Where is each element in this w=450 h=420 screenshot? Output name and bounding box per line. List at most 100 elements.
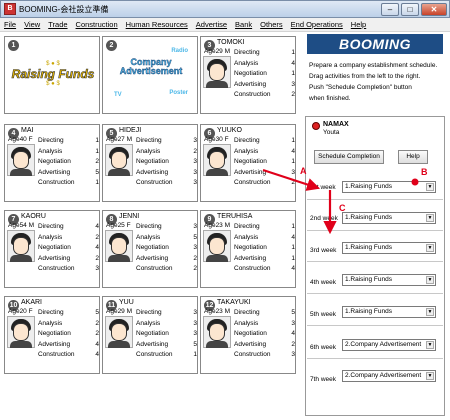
menu-help[interactable]: Help bbox=[347, 20, 370, 29]
employee-card[interactable]: 4 MAI Age40 F Directing 1 Analysis 1 Negot… bbox=[4, 124, 100, 202]
skill-value: 3 bbox=[95, 265, 99, 272]
employee-card[interactable]: 7 KAORU Age54 M Directing 4 Analysis 2 Neg… bbox=[4, 210, 100, 288]
skill-value: 3 bbox=[193, 309, 197, 316]
instruction-line: Prepare a company establishment schedule… bbox=[309, 62, 438, 69]
skill-label: Directing bbox=[234, 137, 260, 144]
skill-label: Negotiation bbox=[136, 244, 169, 251]
skill-label: Directing bbox=[38, 223, 64, 230]
divider bbox=[307, 358, 443, 359]
employee-portrait bbox=[7, 316, 35, 348]
skill-value: 4 bbox=[291, 59, 295, 67]
employee-card[interactable]: 3 TOMOKI Age29 M Directing 1 Analysis 4 Ne… bbox=[200, 36, 296, 114]
skill-label: Negotiation bbox=[136, 330, 169, 337]
employee-name: TOMOKI bbox=[217, 39, 245, 46]
employee-portrait bbox=[105, 144, 133, 176]
skill-value: 1 bbox=[291, 244, 295, 251]
menu-bank[interactable]: Bank bbox=[231, 20, 256, 29]
player-subname: Youta bbox=[323, 129, 340, 136]
week-7-select[interactable]: 2.Company Advertisement ▼ bbox=[342, 370, 436, 382]
skill-label: Construction bbox=[38, 179, 75, 186]
skill-label: Negotiation bbox=[38, 330, 71, 337]
week-4-select[interactable]: 1.Raising Funds ▼ bbox=[342, 274, 436, 286]
advertisement-art: Radio Company Advertisement TV Poster bbox=[106, 40, 196, 108]
skill-label: Advertising bbox=[234, 254, 267, 262]
skill-label: Construction bbox=[234, 351, 271, 358]
menu-bar: File View Trade Construction Human Resou… bbox=[0, 18, 450, 32]
skill-value: 3 bbox=[193, 319, 197, 327]
activity-company-advertisement[interactable]: 2 Radio Company Advertisement TV Poster bbox=[102, 36, 198, 114]
radio-label: Radio bbox=[171, 48, 188, 54]
employee-card[interactable]: 6 YUUKO Age30 F Directing 1 Analysis 4 Neg… bbox=[200, 124, 296, 202]
week-2-select[interactable]: 1.Raising Funds ▼ bbox=[342, 212, 436, 224]
week-5-select[interactable]: 1.Raising Funds ▼ bbox=[342, 306, 436, 318]
week-3-select[interactable]: 1.Raising Funds ▼ bbox=[342, 242, 436, 254]
schedule-completion-button[interactable]: Schedule Completion bbox=[314, 150, 384, 164]
week-5-value: 1.Raising Funds bbox=[345, 308, 392, 315]
player-name: NAMAX bbox=[323, 121, 349, 128]
employee-name: AKARI bbox=[21, 299, 43, 306]
skill-label: Advertising bbox=[234, 168, 267, 176]
skill-label: Negotiation bbox=[136, 158, 169, 165]
menu-file[interactable]: File bbox=[0, 20, 20, 29]
employee-card[interactable]: 12 TAKAYUKI Age23 M Directing 5 Analysis 3… bbox=[200, 296, 296, 374]
employee-name: YUU bbox=[119, 299, 134, 306]
skill-value: 2 bbox=[193, 265, 197, 272]
skill-value: 2 bbox=[95, 233, 99, 241]
menu-trade[interactable]: Trade bbox=[44, 20, 71, 29]
skill-value: 1 bbox=[291, 137, 295, 144]
tv-label: TV bbox=[114, 92, 122, 98]
employee-portrait bbox=[7, 230, 35, 262]
week-6-select[interactable]: 2.Company Advertisement ▼ bbox=[342, 339, 436, 351]
employee-age: Age20 F bbox=[8, 308, 33, 315]
week-1-select[interactable]: 1.Raising Funds ▼ bbox=[342, 181, 436, 193]
chevron-down-icon[interactable]: ▼ bbox=[426, 341, 434, 349]
week-6-value: 2.Company Advertisement bbox=[345, 341, 422, 348]
minimize-button[interactable]: – bbox=[381, 2, 399, 16]
maximize-button[interactable]: □ bbox=[401, 2, 419, 16]
chevron-down-icon[interactable]: ▼ bbox=[426, 276, 434, 284]
menu-construction[interactable]: Construction bbox=[72, 20, 122, 29]
skill-value: 5 bbox=[193, 233, 197, 241]
chevron-down-icon[interactable]: ▼ bbox=[426, 214, 434, 222]
chevron-down-icon[interactable]: ▼ bbox=[426, 308, 434, 316]
employee-age: Age23 M bbox=[204, 308, 231, 315]
employee-name: YUUKO bbox=[217, 127, 242, 134]
help-button[interactable]: Help bbox=[398, 150, 428, 164]
employee-age: Age23 M bbox=[204, 222, 231, 229]
employee-card[interactable]: 10 AKARI Age20 F Directing 5 Analysis 2 Ne… bbox=[4, 296, 100, 374]
skill-label: Advertising bbox=[234, 80, 267, 88]
employee-card[interactable]: 8 JENNI Age25 F Directing 3 Analysis 5 Neg… bbox=[102, 210, 198, 288]
menu-end-operations[interactable]: End Operations bbox=[287, 20, 347, 29]
skill-value: 2 bbox=[95, 330, 99, 337]
week-7-value: 2.Company Advertisement bbox=[345, 372, 422, 379]
raising-funds-art: $ ● $ Raising Funds $ ● $ bbox=[8, 40, 98, 108]
employee-portrait bbox=[7, 144, 35, 176]
skill-label: Construction bbox=[234, 91, 271, 98]
employee-name: KAORU bbox=[21, 213, 46, 220]
menu-others[interactable]: Others bbox=[256, 20, 287, 29]
chevron-down-icon[interactable]: ▼ bbox=[426, 372, 434, 380]
chevron-down-icon[interactable]: ▼ bbox=[426, 244, 434, 252]
employee-card[interactable]: 5 HIDEJI Age27 M Directing 3 Analysis 2 Ne… bbox=[102, 124, 198, 202]
week-4-value: 1.Raising Funds bbox=[345, 276, 392, 283]
skill-label: Advertising bbox=[38, 254, 71, 262]
employee-card[interactable]: 11 YUU Age29 M Directing 3 Analysis 3 Nego… bbox=[102, 296, 198, 374]
skill-value: 4 bbox=[291, 330, 295, 337]
divider bbox=[307, 325, 443, 326]
skill-value: 1 bbox=[291, 254, 295, 262]
skill-label: Construction bbox=[38, 265, 75, 272]
skill-value: 1 bbox=[291, 158, 295, 165]
activity-raising-funds[interactable]: 1 $ ● $ Raising Funds $ ● $ bbox=[4, 36, 100, 114]
menu-human-resources[interactable]: Human Resources bbox=[122, 20, 192, 29]
skill-value: 1 bbox=[95, 179, 99, 186]
skill-value: 2 bbox=[95, 319, 99, 327]
divider bbox=[307, 293, 443, 294]
menu-view[interactable]: View bbox=[20, 20, 44, 29]
chevron-down-icon[interactable]: ▼ bbox=[426, 183, 434, 191]
skill-value: 2 bbox=[291, 340, 295, 348]
annotation-c: C bbox=[339, 203, 346, 213]
skill-label: Analysis bbox=[38, 319, 63, 327]
close-button[interactable]: ✕ bbox=[421, 2, 447, 16]
employee-card[interactable]: 9 TERUHISA Age23 M Directing 1 Analysis 4 … bbox=[200, 210, 296, 288]
menu-advertise[interactable]: Advertise bbox=[192, 20, 231, 29]
